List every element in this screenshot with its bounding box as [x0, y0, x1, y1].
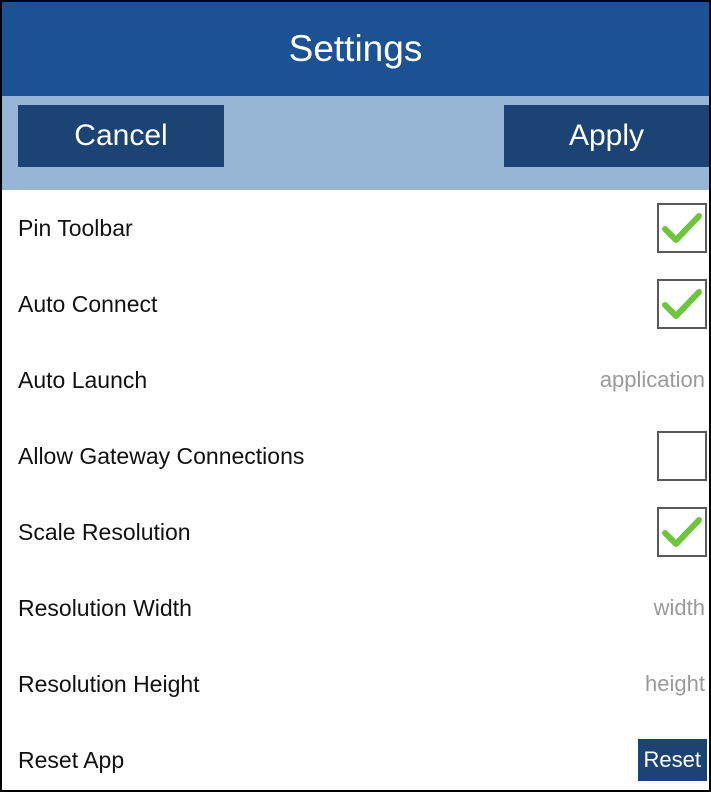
setting-scale-resolution: Scale Resolution — [2, 494, 709, 570]
pin-toolbar-checkbox[interactable] — [657, 203, 707, 253]
setting-pin-toolbar: Pin Toolbar — [2, 190, 709, 266]
checkmark-icon — [662, 517, 702, 547]
setting-resolution-width: Resolution Width width — [2, 570, 709, 646]
auto-launch-input[interactable]: application — [600, 367, 709, 393]
cancel-button[interactable]: Cancel — [18, 105, 224, 167]
reset-button[interactable]: Reset — [637, 739, 707, 781]
setting-label: Auto Launch — [18, 366, 148, 393]
action-bar: Cancel Apply — [2, 96, 709, 190]
allow-gateway-checkbox[interactable] — [657, 431, 707, 481]
setting-label: Reset App — [18, 746, 125, 773]
setting-label: Scale Resolution — [18, 518, 191, 545]
setting-auto-launch: Auto Launch application — [2, 342, 709, 418]
setting-reset-app: Reset App Reset — [2, 722, 709, 790]
settings-window: Settings Cancel Apply Pin Toolbar Auto C… — [0, 0, 711, 792]
resolution-height-input[interactable]: height — [645, 671, 709, 697]
auto-connect-checkbox[interactable] — [657, 279, 707, 329]
page-title: Settings — [288, 28, 423, 69]
setting-resolution-height: Resolution Height height — [2, 646, 709, 722]
settings-list: Pin Toolbar Auto Connect Auto Launch app… — [2, 190, 709, 790]
setting-label: Auto Connect — [18, 290, 158, 317]
setting-label: Allow Gateway Connections — [18, 442, 305, 469]
setting-allow-gateway: Allow Gateway Connections — [2, 418, 709, 494]
scale-resolution-checkbox[interactable] — [657, 507, 707, 557]
checkmark-icon — [662, 289, 702, 319]
title-bar: Settings — [2, 2, 709, 96]
setting-label: Resolution Width — [18, 594, 192, 621]
resolution-width-input[interactable]: width — [654, 595, 709, 621]
setting-auto-connect: Auto Connect — [2, 266, 709, 342]
setting-label: Pin Toolbar — [18, 214, 133, 241]
setting-label: Resolution Height — [18, 670, 200, 697]
apply-button[interactable]: Apply — [504, 105, 709, 167]
checkmark-icon — [662, 213, 702, 243]
